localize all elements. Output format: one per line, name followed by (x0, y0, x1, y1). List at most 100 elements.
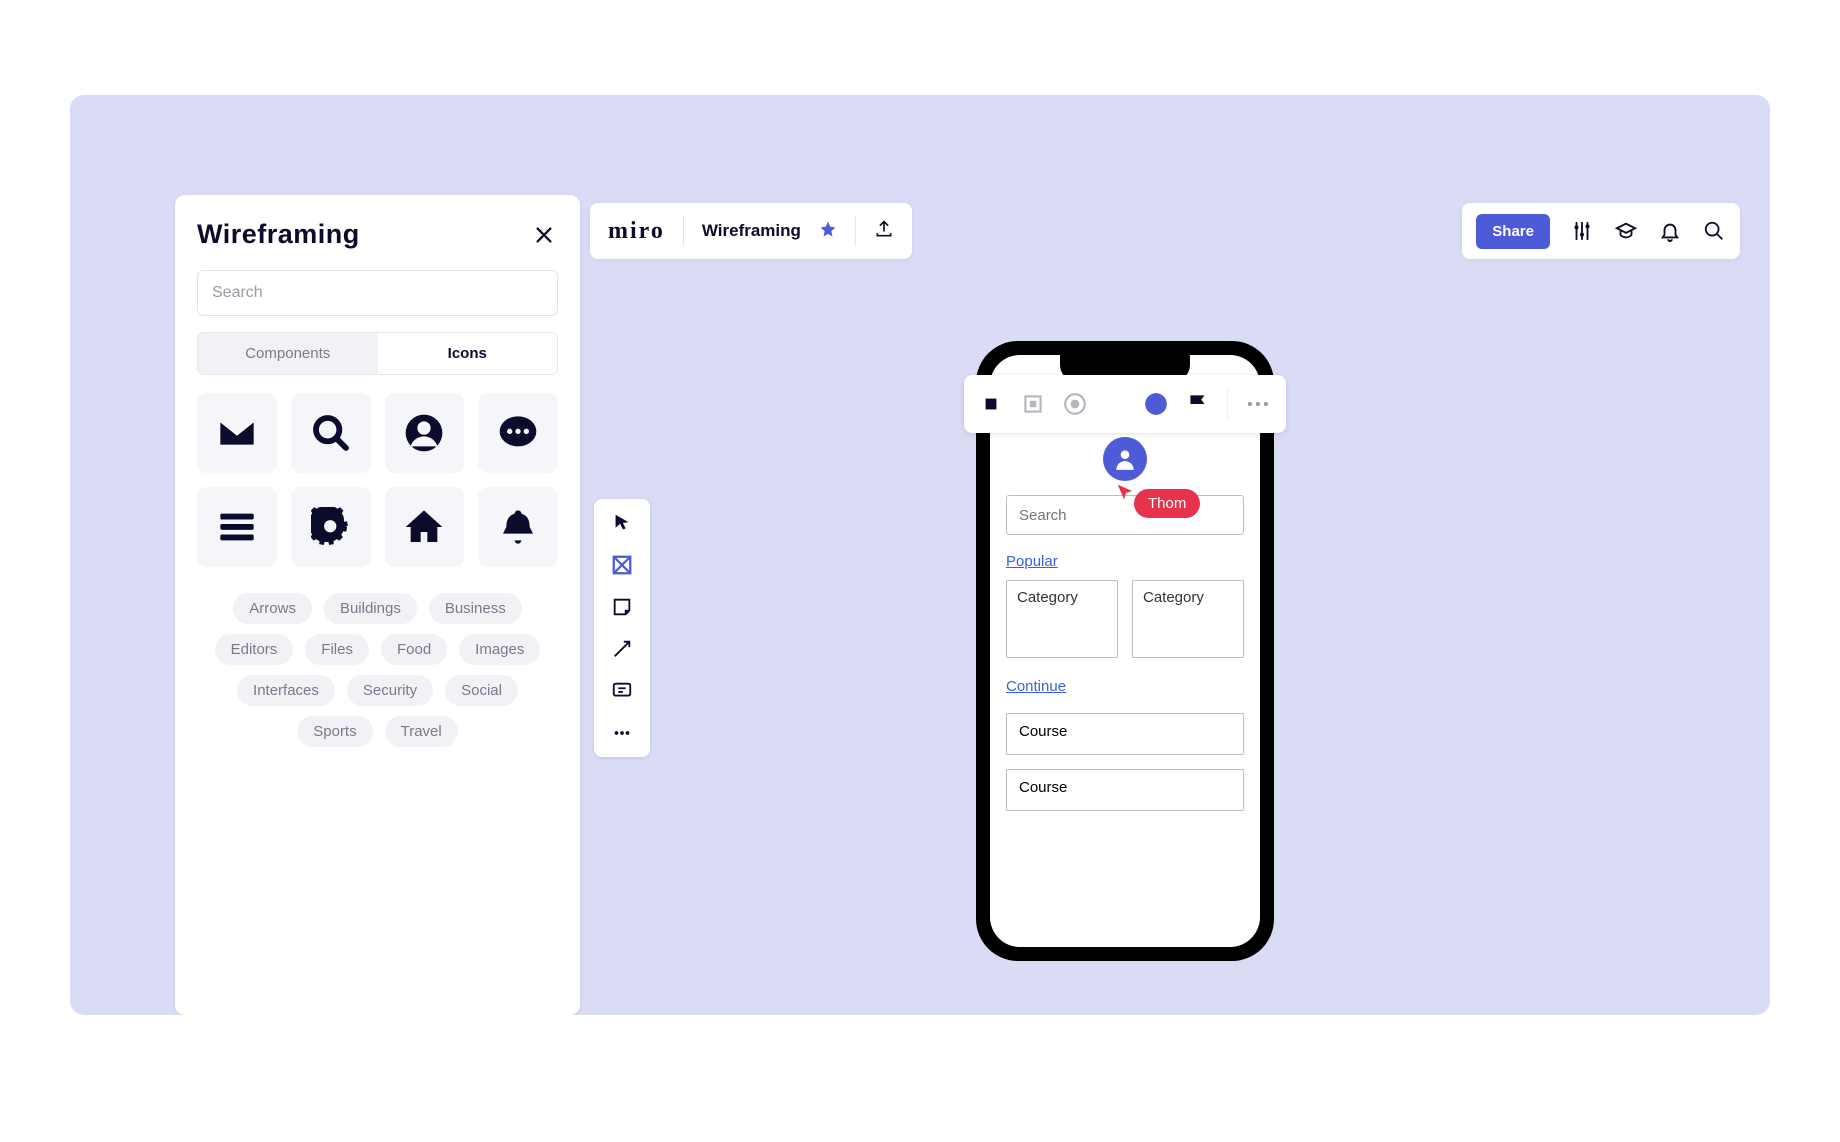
settings-button[interactable] (1570, 219, 1594, 243)
tag-item[interactable]: Business (429, 593, 522, 624)
notifications-button[interactable] (1658, 219, 1682, 243)
search-icon (1703, 220, 1725, 242)
icon-item-menu[interactable] (197, 487, 277, 567)
upload-icon (874, 219, 894, 239)
icon-item-bell[interactable] (478, 487, 558, 567)
board-header-left: miro Wireframing (590, 203, 912, 259)
user-circle-icon (404, 413, 444, 453)
tag-item[interactable]: Security (347, 675, 433, 706)
dot-icon (1248, 402, 1252, 406)
cursor-icon (611, 512, 633, 534)
share-button[interactable]: Share (1476, 214, 1550, 249)
wireframe-category-card[interactable]: Category (1132, 580, 1244, 658)
icon-grid (197, 393, 558, 567)
cursor-pointer-icon (1114, 481, 1136, 503)
wireframe-avatar[interactable] (1103, 437, 1147, 481)
square-solid-icon (978, 391, 1004, 417)
comment-icon (498, 413, 538, 453)
ctx-flag[interactable] (1185, 391, 1211, 417)
bell-outline-icon (1659, 220, 1681, 242)
dot-icon (1264, 402, 1268, 406)
tag-item[interactable]: Buildings (324, 593, 417, 624)
learn-button[interactable] (1614, 219, 1638, 243)
ctx-color-swatch[interactable] (1143, 391, 1169, 417)
home-icon (404, 507, 444, 547)
collaborator-cursor: Thom (1114, 481, 1136, 508)
tag-item[interactable]: Arrows (233, 593, 312, 624)
wireframe-popular-link[interactable]: Popular (1006, 553, 1058, 570)
circle-solid-icon (1143, 391, 1169, 417)
sliders-icon (1571, 220, 1593, 242)
user-icon (1112, 446, 1138, 472)
gear-icon (311, 507, 351, 547)
header-separator (683, 216, 684, 246)
header-separator (855, 216, 856, 246)
tab-components[interactable]: Components (198, 333, 378, 374)
more-horizontal-icon (611, 722, 633, 744)
phone-screen: Popular Category Category Continue Cours… (990, 355, 1260, 947)
tag-item[interactable]: Sports (297, 716, 372, 747)
board-header-right: Share (1462, 203, 1740, 259)
panel-tabs: Components Icons (197, 332, 558, 375)
bell-icon (498, 507, 538, 547)
icon-item-user[interactable] (385, 393, 465, 473)
ctx-border-square[interactable] (1020, 391, 1046, 417)
arrow-tool[interactable] (610, 637, 634, 661)
search-icon (311, 413, 351, 453)
envelope-icon (217, 413, 257, 453)
tag-item[interactable]: Travel (385, 716, 458, 747)
ctx-border-circle[interactable] (1062, 391, 1088, 417)
icon-item-envelope[interactable] (197, 393, 277, 473)
comment-tool[interactable] (610, 679, 634, 703)
arrow-icon (611, 638, 633, 660)
wireframing-panel: Wireframing Components Icons (175, 195, 580, 1015)
board-title[interactable]: Wireframing (702, 221, 801, 241)
circle-outline-icon (1062, 391, 1088, 417)
dot-icon (1256, 402, 1260, 406)
chat-icon (611, 680, 633, 702)
wireframe-content: Popular Category Category Continue Cours… (1006, 437, 1244, 931)
icon-item-gear[interactable] (291, 487, 371, 567)
sticky-note-icon (611, 596, 633, 618)
menu-icon (217, 507, 257, 547)
flag-icon (1185, 391, 1211, 417)
tag-item[interactable]: Social (445, 675, 518, 706)
wireframe-category-card[interactable]: Category (1006, 580, 1118, 658)
graduation-cap-icon (1615, 220, 1637, 242)
export-button[interactable] (874, 219, 894, 244)
panel-search-input[interactable] (197, 270, 558, 316)
more-tools[interactable] (610, 721, 634, 745)
icon-item-search[interactable] (291, 393, 371, 473)
tag-item[interactable]: Food (381, 634, 447, 665)
collaborator-name-label: Thom (1134, 489, 1200, 518)
canvas-toolbar (594, 499, 650, 757)
tag-item[interactable]: Files (305, 634, 369, 665)
wireframe-course-row[interactable]: Course (1006, 769, 1244, 811)
phone-frame[interactable]: Popular Category Category Continue Cours… (976, 341, 1274, 961)
brand-logo[interactable]: miro (608, 218, 665, 245)
favorite-button[interactable] (819, 220, 837, 243)
wireframe-course-row[interactable]: Course (1006, 713, 1244, 755)
tag-item[interactable]: Interfaces (237, 675, 335, 706)
star-icon (819, 220, 837, 238)
tag-item[interactable]: Images (459, 634, 540, 665)
tag-list: Arrows Buildings Business Editors Files … (197, 593, 558, 747)
panel-title: Wireframing (197, 219, 360, 250)
ctx-fill-black[interactable] (978, 391, 1004, 417)
wireframe-continue-link[interactable]: Continue (1006, 678, 1066, 695)
square-outline-icon (1020, 391, 1046, 417)
icon-item-comment[interactable] (478, 393, 558, 473)
icon-item-home[interactable] (385, 487, 465, 567)
close-icon (533, 224, 555, 246)
selection-context-bar (964, 375, 1286, 433)
ctx-more-button[interactable] (1244, 402, 1272, 406)
ctx-separator (1227, 389, 1228, 419)
select-tool[interactable] (610, 511, 634, 535)
wireframe-tool[interactable] (610, 553, 634, 577)
search-button[interactable] (1702, 219, 1726, 243)
sticky-note-tool[interactable] (610, 595, 634, 619)
wireframe-box-icon (611, 554, 633, 576)
tag-item[interactable]: Editors (215, 634, 294, 665)
tab-icons[interactable]: Icons (378, 333, 558, 374)
close-panel-button[interactable] (530, 221, 558, 249)
